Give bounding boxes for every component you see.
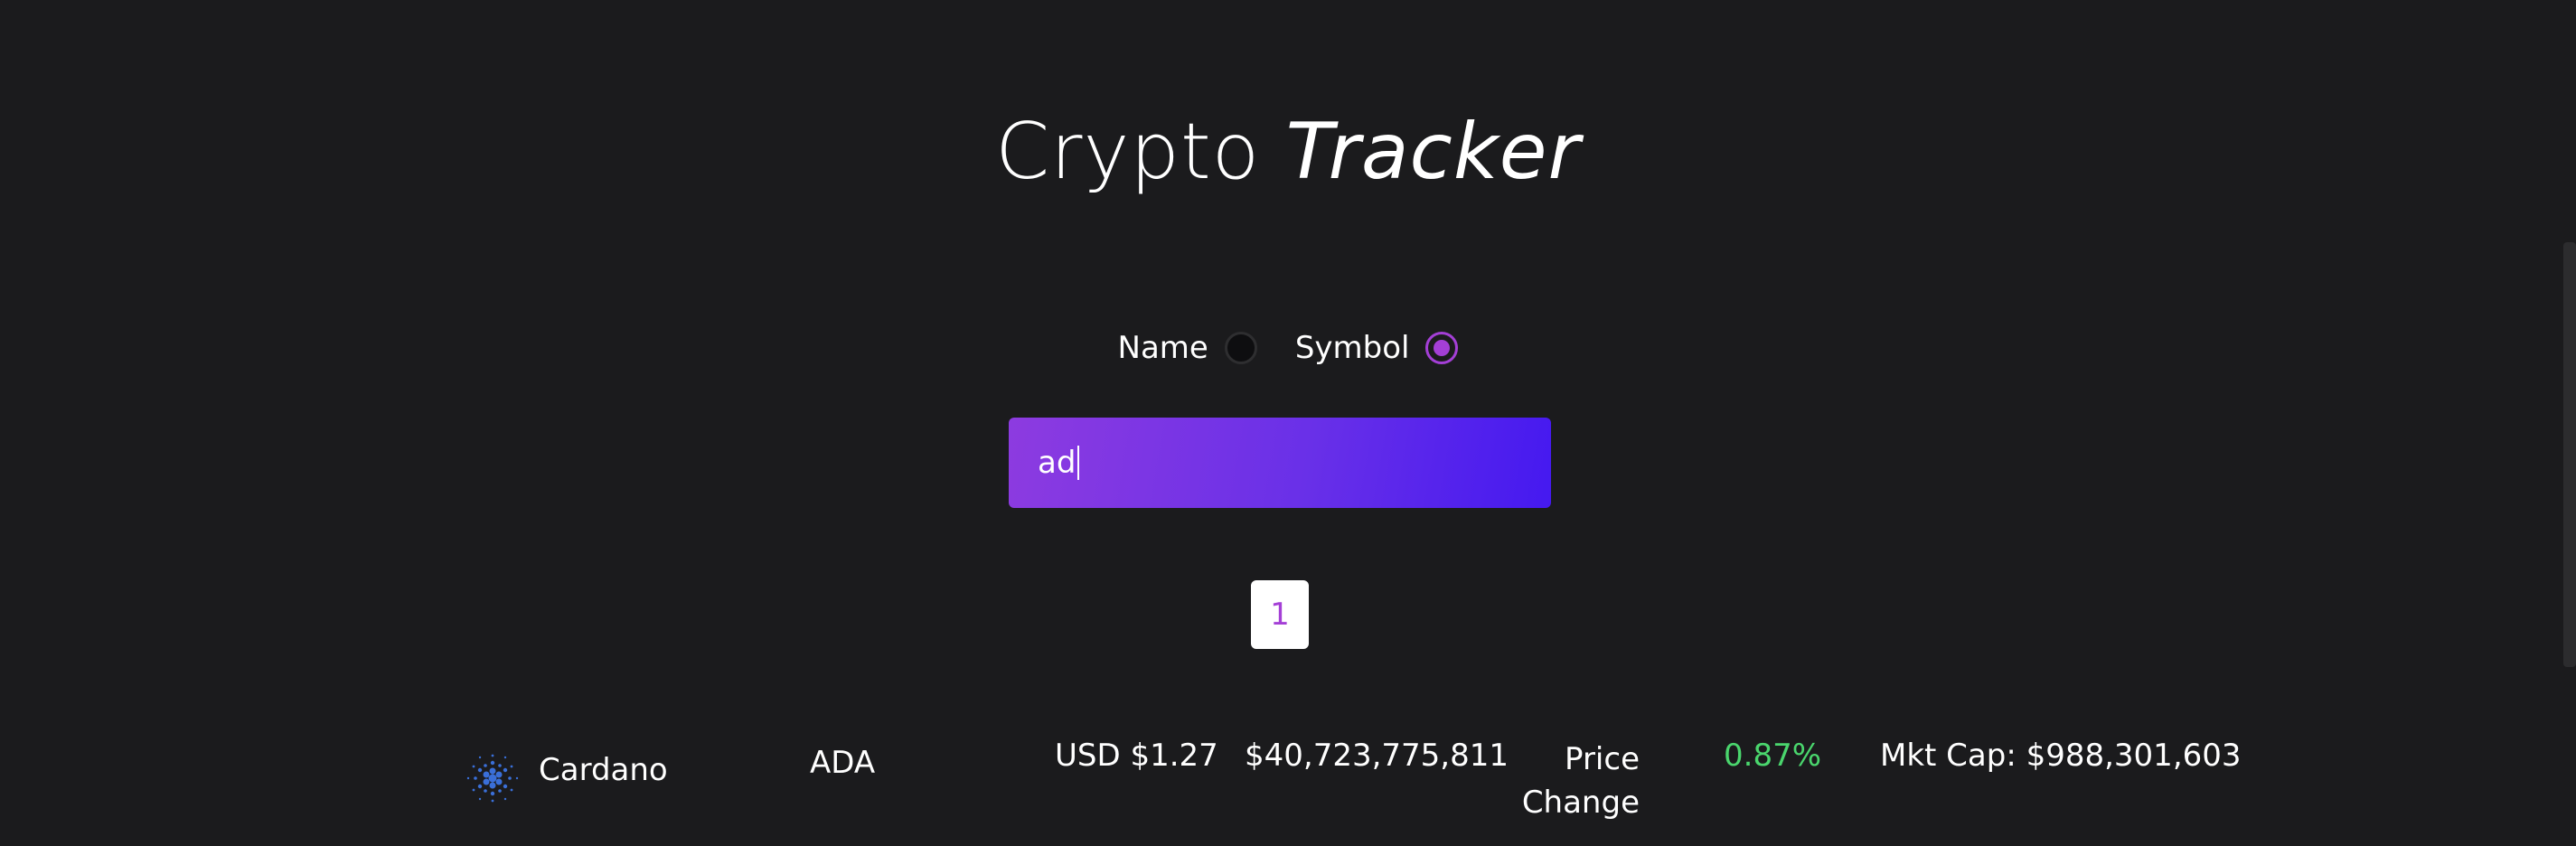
coin-name: Cardano [539,752,668,788]
radio-name[interactable] [1224,332,1257,364]
search-input-value: ad [1038,445,1076,481]
price-change-value: 0.87% [1724,738,1822,774]
cardano-icon [466,754,519,803]
search-mode-selector: Name Symbol [0,325,2576,371]
coin-price: USD $1.27 [1055,738,1218,774]
pagination-page-button[interactable]: 1 [1251,580,1309,649]
radio-symbol[interactable] [1425,332,1459,364]
market-cap: Mkt Cap: $988,301,603 [1880,738,2242,774]
scrollbar-thumb[interactable] [2563,242,2576,667]
page-title: Crypto Tracker [0,101,2576,202]
price-change-label: Price Change [1521,741,1640,821]
text-caret [1077,446,1080,480]
search-input[interactable]: ad [1009,418,1551,508]
title-tracker: Tracker [1285,107,1581,197]
title-crypto: Crypto [995,107,1261,197]
crypto-tracker-page: Crypto Tracker Name Symbol ad 1 Cardano … [0,0,2576,846]
coin-symbol: ADA [810,745,876,781]
radio-label-name: Name [1117,330,1208,366]
scrollbar-track[interactable] [2563,0,2576,846]
radio-label-symbol: Symbol [1294,330,1410,366]
coin-row[interactable]: Cardano ADA USD $1.27 $40,723,775,811 Pr… [0,723,2576,846]
coin-volume: $40,723,775,811 [1245,738,1509,774]
